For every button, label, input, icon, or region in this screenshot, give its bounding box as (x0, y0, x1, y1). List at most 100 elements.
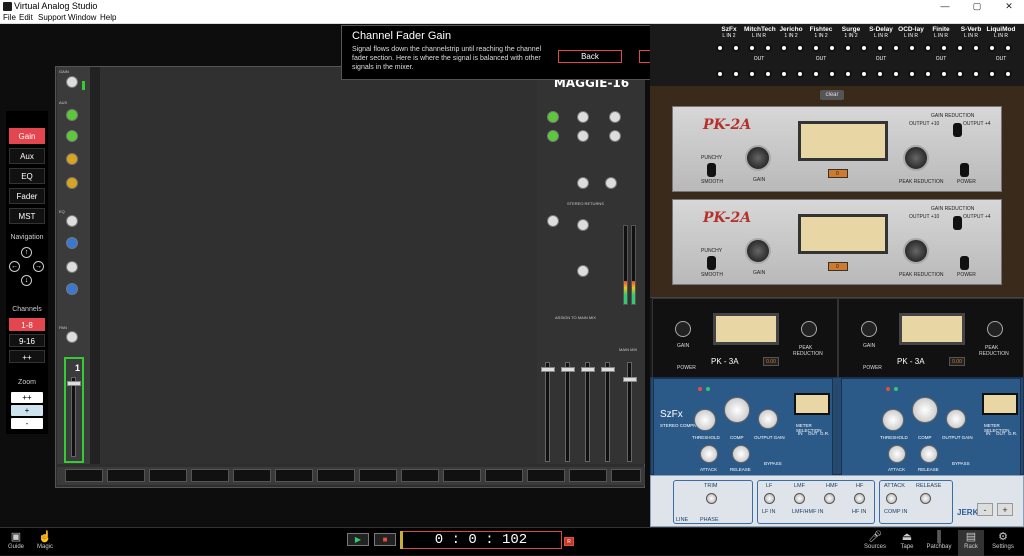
pad[interactable] (65, 469, 103, 482)
power-switch[interactable] (960, 256, 969, 270)
section-mst-button[interactable]: MST (9, 208, 45, 224)
patch-jack[interactable] (828, 70, 836, 78)
patch-jack[interactable] (892, 44, 900, 52)
rack-scroll-up-button[interactable]: + (997, 503, 1013, 516)
meter-opt-out[interactable]: OUT (808, 431, 818, 436)
attack-knob[interactable] (700, 445, 718, 463)
patch-jack[interactable] (780, 44, 788, 52)
patch-jack[interactable] (892, 70, 900, 78)
return-1l-knob[interactable] (577, 111, 589, 123)
aux2-knob[interactable] (66, 130, 78, 142)
output-switch[interactable] (953, 123, 962, 137)
patch-clear-button[interactable]: clear (820, 90, 844, 100)
threshold-knob[interactable] (694, 409, 716, 431)
group-fader-1[interactable] (541, 367, 555, 372)
eq-freq-knob[interactable] (66, 261, 78, 273)
menu-help[interactable]: Help (100, 13, 116, 23)
stereo-return-1-knob[interactable] (577, 177, 589, 189)
gain-knob[interactable] (861, 321, 877, 337)
settings-button[interactable]: ⚙ Settings (990, 530, 1016, 556)
pad[interactable] (611, 469, 641, 482)
hf-knob[interactable] (854, 493, 865, 504)
meter-opt-gr[interactable]: G.R. (1008, 431, 1017, 436)
lmf-hmf-in-label[interactable]: LMF/HMF IN (792, 509, 823, 515)
pad[interactable] (485, 469, 523, 482)
meter-opt-in[interactable]: IN (798, 431, 803, 436)
aux-send-2-knob[interactable] (547, 130, 559, 142)
rack-button[interactable]: ▤ Rack (958, 530, 984, 556)
gain-knob[interactable] (745, 238, 771, 264)
attack-knob[interactable] (888, 445, 906, 463)
power-switch[interactable] (960, 163, 969, 177)
group-fader-2[interactable] (561, 367, 575, 372)
control-room-knob[interactable] (577, 265, 589, 277)
section-gain-button[interactable]: Gain (9, 128, 45, 144)
pad[interactable] (191, 469, 229, 482)
output-gain-knob[interactable] (758, 409, 778, 429)
peak-reduction-knob[interactable] (987, 321, 1003, 337)
channels-more-button[interactable]: ++ (9, 350, 45, 363)
meter-opt-gr[interactable]: G.R. (820, 431, 829, 436)
patch-jack[interactable] (844, 44, 852, 52)
patch-jack[interactable] (748, 44, 756, 52)
rack-scroll-down-button[interactable]: - (977, 503, 993, 516)
patch-jack[interactable] (732, 70, 740, 78)
release-knob[interactable] (920, 445, 938, 463)
play-button[interactable]: ▶ (347, 533, 369, 546)
patch-jack[interactable] (764, 70, 772, 78)
nav-down-icon[interactable]: ↓ (21, 275, 32, 286)
eq-hmf-knob[interactable] (66, 237, 78, 249)
patch-jack[interactable] (812, 44, 820, 52)
punchy-smooth-switch[interactable] (707, 256, 716, 270)
patch-jack[interactable] (796, 44, 804, 52)
patch-jack[interactable] (828, 44, 836, 52)
hf-in-label[interactable]: HF IN (852, 509, 866, 515)
patch-jack[interactable] (748, 70, 756, 78)
patchbay-button[interactable]: ║ Patchbay (926, 530, 952, 556)
pad[interactable] (359, 469, 397, 482)
patch-jack[interactable] (988, 70, 996, 78)
back-button[interactable]: Back (558, 50, 622, 63)
patch-jack[interactable] (1004, 70, 1012, 78)
release-knob[interactable] (920, 493, 931, 504)
menu-window[interactable]: Window (68, 13, 96, 23)
pad[interactable] (317, 469, 355, 482)
pad[interactable] (569, 469, 607, 482)
peak-reduction-knob[interactable] (801, 321, 817, 337)
meter-opt-out[interactable]: OUT (996, 431, 1006, 436)
channels-1-8-button[interactable]: 1-8 (9, 318, 45, 331)
stereo-return-2-knob[interactable] (605, 177, 617, 189)
eq-lf-knob[interactable] (66, 283, 78, 295)
record-button[interactable]: R (564, 537, 574, 546)
return-2r-knob[interactable] (609, 130, 621, 142)
patch-jack[interactable] (924, 44, 932, 52)
section-fader-button[interactable]: Fader (9, 188, 45, 204)
pad[interactable] (233, 469, 271, 482)
patch-jack[interactable] (972, 70, 980, 78)
threshold-knob[interactable] (882, 409, 904, 431)
menu-file[interactable]: File (3, 13, 16, 23)
pad[interactable] (107, 469, 145, 482)
patch-jack[interactable] (812, 70, 820, 78)
gain-knob[interactable] (675, 321, 691, 337)
pan-knob[interactable] (66, 331, 78, 343)
section-eq-button[interactable]: EQ (9, 168, 45, 184)
lf-knob[interactable] (764, 493, 775, 504)
talkback-knob[interactable] (577, 219, 589, 231)
stop-button[interactable]: ■ (374, 533, 396, 546)
return-1r-knob[interactable] (609, 111, 621, 123)
aux3-knob[interactable] (66, 153, 78, 165)
magic-button[interactable]: ☝ Magic (32, 530, 58, 556)
pad[interactable] (401, 469, 439, 482)
eq-hf-knob[interactable] (66, 215, 78, 227)
peak-reduction-knob[interactable] (903, 145, 929, 171)
comp-knob[interactable] (912, 397, 938, 423)
patch-jack[interactable] (908, 44, 916, 52)
zoom-out-button[interactable]: - (11, 418, 43, 429)
comp-knob[interactable] (724, 397, 750, 423)
patch-jack[interactable] (716, 70, 724, 78)
output-gain-knob[interactable] (946, 409, 966, 429)
patch-jack[interactable] (940, 44, 948, 52)
hmf-knob[interactable] (824, 493, 835, 504)
patch-jack[interactable] (972, 44, 980, 52)
